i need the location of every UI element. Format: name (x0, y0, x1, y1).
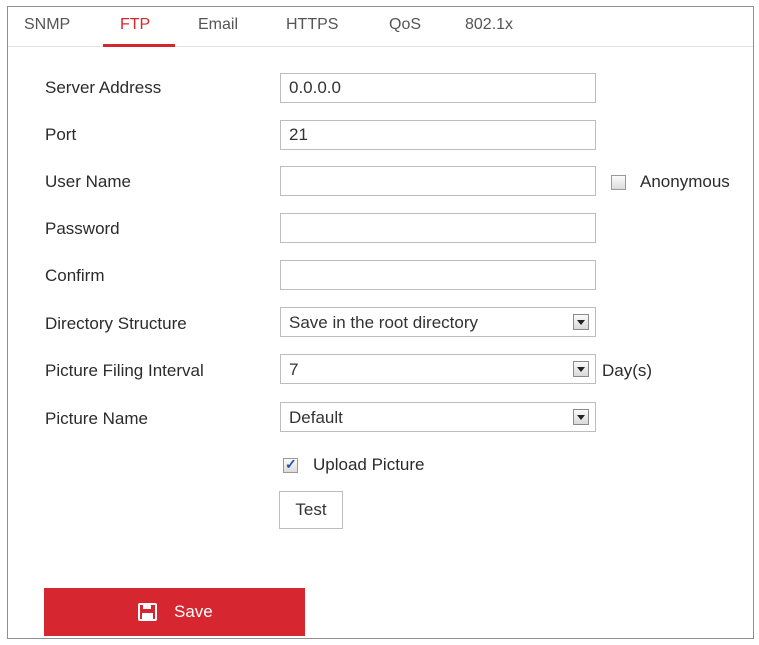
password-label: Password (45, 219, 120, 238)
confirm-label: Confirm (45, 266, 105, 285)
tab-qos[interactable]: QoS (389, 16, 421, 34)
tab-802-1x[interactable]: 802.1x (465, 16, 513, 34)
tab-email[interactable]: Email (198, 16, 238, 34)
upload-picture-checkbox[interactable] (283, 456, 298, 473)
directory-structure-label: Directory Structure (45, 314, 187, 333)
anonymous-checkbox[interactable] (611, 175, 626, 190)
user-name-label: User Name (45, 172, 131, 191)
chevron-down-icon[interactable] (573, 314, 589, 330)
chevron-down-icon[interactable] (573, 361, 589, 377)
tab-snmp[interactable]: SNMP (24, 16, 70, 34)
picture-filing-interval-value: 7 (289, 360, 299, 379)
port-label: Port (45, 125, 77, 144)
picture-filing-interval-select[interactable]: 7 (280, 354, 596, 384)
tab-ftp[interactable]: FTP (120, 16, 150, 34)
upload-picture-label: Upload Picture (313, 455, 425, 474)
save-button-label: Save (174, 602, 213, 621)
picture-name-value: Default (289, 408, 343, 427)
chevron-down-icon[interactable] (573, 409, 589, 425)
port-input[interactable] (280, 120, 596, 150)
tab-bar: SNMP FTP Email HTTPS QoS 802.1x (8, 7, 753, 47)
server-address-label: Server Address (45, 78, 162, 97)
user-name-input[interactable] (280, 166, 596, 196)
save-button[interactable]: Save (44, 588, 305, 636)
floppy-disk-icon (138, 603, 157, 621)
test-button[interactable]: Test (279, 491, 343, 529)
tab-https[interactable]: HTTPS (286, 16, 338, 34)
picture-name-label: Picture Name (45, 409, 148, 428)
directory-structure-select[interactable]: Save in the root directory (280, 307, 596, 337)
server-address-input[interactable] (280, 73, 596, 103)
password-input[interactable] (280, 213, 596, 243)
interval-unit-label: Day(s) (602, 361, 653, 380)
directory-structure-value: Save in the root directory (289, 313, 478, 332)
picture-name-select[interactable]: Default (280, 402, 596, 432)
picture-filing-interval-label: Picture Filing Interval (45, 361, 204, 380)
ftp-settings-panel: SNMP FTP Email HTTPS QoS 802.1x Server A… (7, 6, 754, 639)
active-tab-indicator (103, 44, 175, 47)
anonymous-label: Anonymous (640, 172, 730, 191)
confirm-password-input[interactable] (280, 260, 596, 290)
